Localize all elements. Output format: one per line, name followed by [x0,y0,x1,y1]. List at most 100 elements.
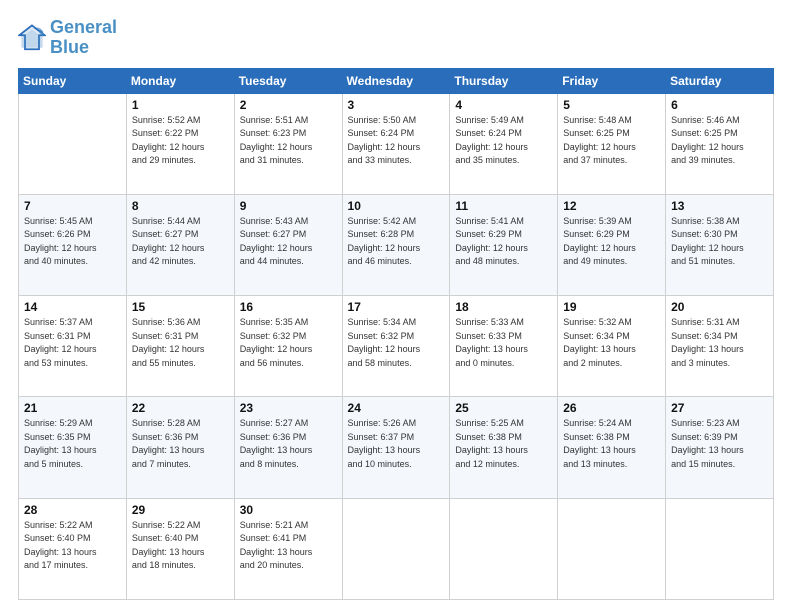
calendar-cell: 21 Sunrise: 5:29 AM Sunset: 6:35 PM Dayli… [19,397,127,498]
cell-detail: Sunrise: 5:21 AM Sunset: 6:41 PM Dayligh… [240,519,337,573]
cell-detail: Sunrise: 5:37 AM Sunset: 6:31 PM Dayligh… [24,316,121,370]
day-number: 29 [132,503,229,517]
cell-detail: Sunrise: 5:31 AM Sunset: 6:34 PM Dayligh… [671,316,768,370]
day-number: 19 [563,300,660,314]
calendar-cell: 24 Sunrise: 5:26 AM Sunset: 6:37 PM Dayli… [342,397,450,498]
calendar-cell: 20 Sunrise: 5:31 AM Sunset: 6:34 PM Dayli… [666,296,774,397]
day-number: 9 [240,199,337,213]
calendar-cell: 19 Sunrise: 5:32 AM Sunset: 6:34 PM Dayli… [558,296,666,397]
day-number: 23 [240,401,337,415]
calendar-cell [342,498,450,599]
cell-detail: Sunrise: 5:42 AM Sunset: 6:28 PM Dayligh… [348,215,445,269]
cell-detail: Sunrise: 5:52 AM Sunset: 6:22 PM Dayligh… [132,114,229,168]
day-number: 3 [348,98,445,112]
day-number: 25 [455,401,552,415]
weekday-saturday: Saturday [666,68,774,93]
day-number: 15 [132,300,229,314]
day-number: 21 [24,401,121,415]
cell-detail: Sunrise: 5:22 AM Sunset: 6:40 PM Dayligh… [24,519,121,573]
cell-detail: Sunrise: 5:34 AM Sunset: 6:32 PM Dayligh… [348,316,445,370]
cell-detail: Sunrise: 5:46 AM Sunset: 6:25 PM Dayligh… [671,114,768,168]
calendar-cell: 2 Sunrise: 5:51 AM Sunset: 6:23 PM Daylig… [234,93,342,194]
cell-detail: Sunrise: 5:27 AM Sunset: 6:36 PM Dayligh… [240,417,337,471]
calendar-row-3: 21 Sunrise: 5:29 AM Sunset: 6:35 PM Dayli… [19,397,774,498]
day-number: 30 [240,503,337,517]
weekday-sunday: Sunday [19,68,127,93]
calendar-cell: 28 Sunrise: 5:22 AM Sunset: 6:40 PM Dayli… [19,498,127,599]
logo-text: General Blue [50,18,117,58]
logo-icon [18,24,46,52]
day-number: 28 [24,503,121,517]
calendar-cell: 12 Sunrise: 5:39 AM Sunset: 6:29 PM Dayli… [558,194,666,295]
cell-detail: Sunrise: 5:35 AM Sunset: 6:32 PM Dayligh… [240,316,337,370]
cell-detail: Sunrise: 5:41 AM Sunset: 6:29 PM Dayligh… [455,215,552,269]
calendar-cell: 14 Sunrise: 5:37 AM Sunset: 6:31 PM Dayli… [19,296,127,397]
cell-detail: Sunrise: 5:33 AM Sunset: 6:33 PM Dayligh… [455,316,552,370]
calendar-cell: 29Sunrise: 5:22 AM Sunset: 6:40 PM Dayli… [126,498,234,599]
logo-general: General [50,17,117,37]
day-number: 6 [671,98,768,112]
day-number: 11 [455,199,552,213]
calendar-cell: 13Sunrise: 5:38 AM Sunset: 6:30 PM Dayli… [666,194,774,295]
day-number: 24 [348,401,445,415]
calendar-cell: 25Sunrise: 5:25 AM Sunset: 6:38 PM Dayli… [450,397,558,498]
day-number: 8 [132,199,229,213]
calendar-cell: 15Sunrise: 5:36 AM Sunset: 6:31 PM Dayli… [126,296,234,397]
weekday-header-row: SundayMondayTuesdayWednesdayThursdayFrid… [19,68,774,93]
calendar-cell: 17 Sunrise: 5:34 AM Sunset: 6:32 PM Dayli… [342,296,450,397]
cell-detail: Sunrise: 5:23 AM Sunset: 6:39 PM Dayligh… [671,417,768,471]
cell-detail: Sunrise: 5:45 AM Sunset: 6:26 PM Dayligh… [24,215,121,269]
calendar-cell: 22 Sunrise: 5:28 AM Sunset: 6:36 PM Dayli… [126,397,234,498]
calendar-cell: 26 Sunrise: 5:24 AM Sunset: 6:38 PM Dayli… [558,397,666,498]
cell-detail: Sunrise: 5:28 AM Sunset: 6:36 PM Dayligh… [132,417,229,471]
day-number: 14 [24,300,121,314]
day-number: 7 [24,199,121,213]
calendar-cell: 30 Sunrise: 5:21 AM Sunset: 6:41 PM Dayli… [234,498,342,599]
calendar-cell: 18 Sunrise: 5:33 AM Sunset: 6:33 PM Dayli… [450,296,558,397]
day-number: 26 [563,401,660,415]
cell-detail: Sunrise: 5:26 AM Sunset: 6:37 PM Dayligh… [348,417,445,471]
logo-blue: Blue [50,37,89,57]
weekday-wednesday: Wednesday [342,68,450,93]
day-number: 12 [563,199,660,213]
cell-detail: Sunrise: 5:44 AM Sunset: 6:27 PM Dayligh… [132,215,229,269]
calendar-cell: 23 Sunrise: 5:27 AM Sunset: 6:36 PM Dayli… [234,397,342,498]
calendar-cell: 10 Sunrise: 5:42 AM Sunset: 6:28 PM Dayli… [342,194,450,295]
weekday-friday: Friday [558,68,666,93]
day-number: 10 [348,199,445,213]
cell-detail: Sunrise: 5:51 AM Sunset: 6:23 PM Dayligh… [240,114,337,168]
calendar-cell [558,498,666,599]
day-number: 22 [132,401,229,415]
cell-detail: Sunrise: 5:38 AM Sunset: 6:30 PM Dayligh… [671,215,768,269]
calendar-row-0: 1 Sunrise: 5:52 AM Sunset: 6:22 PM Daylig… [19,93,774,194]
cell-detail: Sunrise: 5:32 AM Sunset: 6:34 PM Dayligh… [563,316,660,370]
calendar-cell [19,93,127,194]
calendar-cell: 27 Sunrise: 5:23 AM Sunset: 6:39 PM Dayli… [666,397,774,498]
calendar-row-2: 14 Sunrise: 5:37 AM Sunset: 6:31 PM Dayli… [19,296,774,397]
day-number: 4 [455,98,552,112]
cell-detail: Sunrise: 5:29 AM Sunset: 6:35 PM Dayligh… [24,417,121,471]
day-number: 2 [240,98,337,112]
day-number: 1 [132,98,229,112]
calendar-cell: 6 Sunrise: 5:46 AM Sunset: 6:25 PM Daylig… [666,93,774,194]
header: General Blue [18,18,774,58]
calendar-cell [450,498,558,599]
cell-detail: Sunrise: 5:49 AM Sunset: 6:24 PM Dayligh… [455,114,552,168]
cell-detail: Sunrise: 5:43 AM Sunset: 6:27 PM Dayligh… [240,215,337,269]
day-number: 27 [671,401,768,415]
calendar-row-4: 28 Sunrise: 5:22 AM Sunset: 6:40 PM Dayli… [19,498,774,599]
cell-detail: Sunrise: 5:24 AM Sunset: 6:38 PM Dayligh… [563,417,660,471]
calendar-cell: 5 Sunrise: 5:48 AM Sunset: 6:25 PM Daylig… [558,93,666,194]
day-number: 5 [563,98,660,112]
weekday-tuesday: Tuesday [234,68,342,93]
calendar-cell: 11 Sunrise: 5:41 AM Sunset: 6:29 PM Dayli… [450,194,558,295]
cell-detail: Sunrise: 5:50 AM Sunset: 6:24 PM Dayligh… [348,114,445,168]
calendar-cell: 1 Sunrise: 5:52 AM Sunset: 6:22 PM Daylig… [126,93,234,194]
day-number: 18 [455,300,552,314]
calendar-cell: 9 Sunrise: 5:43 AM Sunset: 6:27 PM Daylig… [234,194,342,295]
cell-detail: Sunrise: 5:39 AM Sunset: 6:29 PM Dayligh… [563,215,660,269]
cell-detail: Sunrise: 5:48 AM Sunset: 6:25 PM Dayligh… [563,114,660,168]
day-number: 20 [671,300,768,314]
day-number: 17 [348,300,445,314]
calendar-cell: 8 Sunrise: 5:44 AM Sunset: 6:27 PM Daylig… [126,194,234,295]
